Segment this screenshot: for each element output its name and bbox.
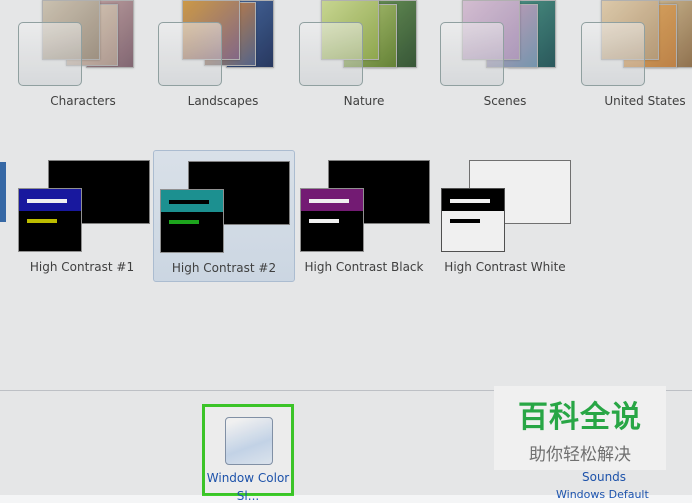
theme-landscapes[interactable]: Landscapes <box>158 0 288 112</box>
hcw-dialog-preview <box>441 188 505 252</box>
window-color-button[interactable]: Window Color Sl... <box>202 404 294 503</box>
theme-label: United States <box>604 94 686 108</box>
theme-high-contrast-black[interactable]: High Contrast Black <box>294 150 434 280</box>
hc1-dialog-preview <box>18 188 82 252</box>
theme-label: Characters <box>50 94 116 108</box>
theme-label: Scenes <box>483 94 527 108</box>
window-color-icon <box>225 417 273 465</box>
theme-united-states[interactable]: United States <box>581 0 692 112</box>
hc2-dialog-preview <box>160 189 224 253</box>
theme-label: Nature <box>343 94 385 108</box>
window-color-label-cut: Sl... <box>236 489 260 503</box>
theme-scenes-thumbnail <box>440 0 570 90</box>
theme-label: Landscapes <box>187 94 259 108</box>
partial-theme-edge <box>0 162 6 222</box>
theme-nature[interactable]: Nature <box>299 0 429 112</box>
watermark-subtitle: 助你轻松解决 <box>529 445 631 465</box>
theme-scenes[interactable]: Scenes <box>440 0 570 112</box>
sounds-link[interactable]: Sounds <box>582 470 626 484</box>
theme-high-contrast-1[interactable]: High Contrast #1 <box>12 150 152 280</box>
theme-characters-thumbnail <box>18 0 148 90</box>
window-color-label: Window Color <box>206 471 290 485</box>
theme-label: High Contrast #1 <box>29 260 135 274</box>
theme-label: High Contrast White <box>444 260 566 274</box>
theme-nature-thumbnail <box>299 0 429 90</box>
theme-high-contrast-white[interactable]: High Contrast White <box>435 150 575 280</box>
theme-landscapes-thumbnail <box>158 0 288 90</box>
theme-high-contrast-2[interactable]: High Contrast #2 <box>153 150 295 282</box>
watermark-title: 百科全说 <box>518 400 642 435</box>
hcb-dialog-preview <box>300 188 364 252</box>
theme-label: High Contrast #2 <box>171 261 277 275</box>
theme-characters[interactable]: Characters <box>18 0 148 112</box>
theme-label: High Contrast Black <box>304 260 424 274</box>
theme-united-states-thumbnail <box>581 0 692 90</box>
watermark-logo: 百科全说 助你轻松解决 <box>494 386 666 470</box>
